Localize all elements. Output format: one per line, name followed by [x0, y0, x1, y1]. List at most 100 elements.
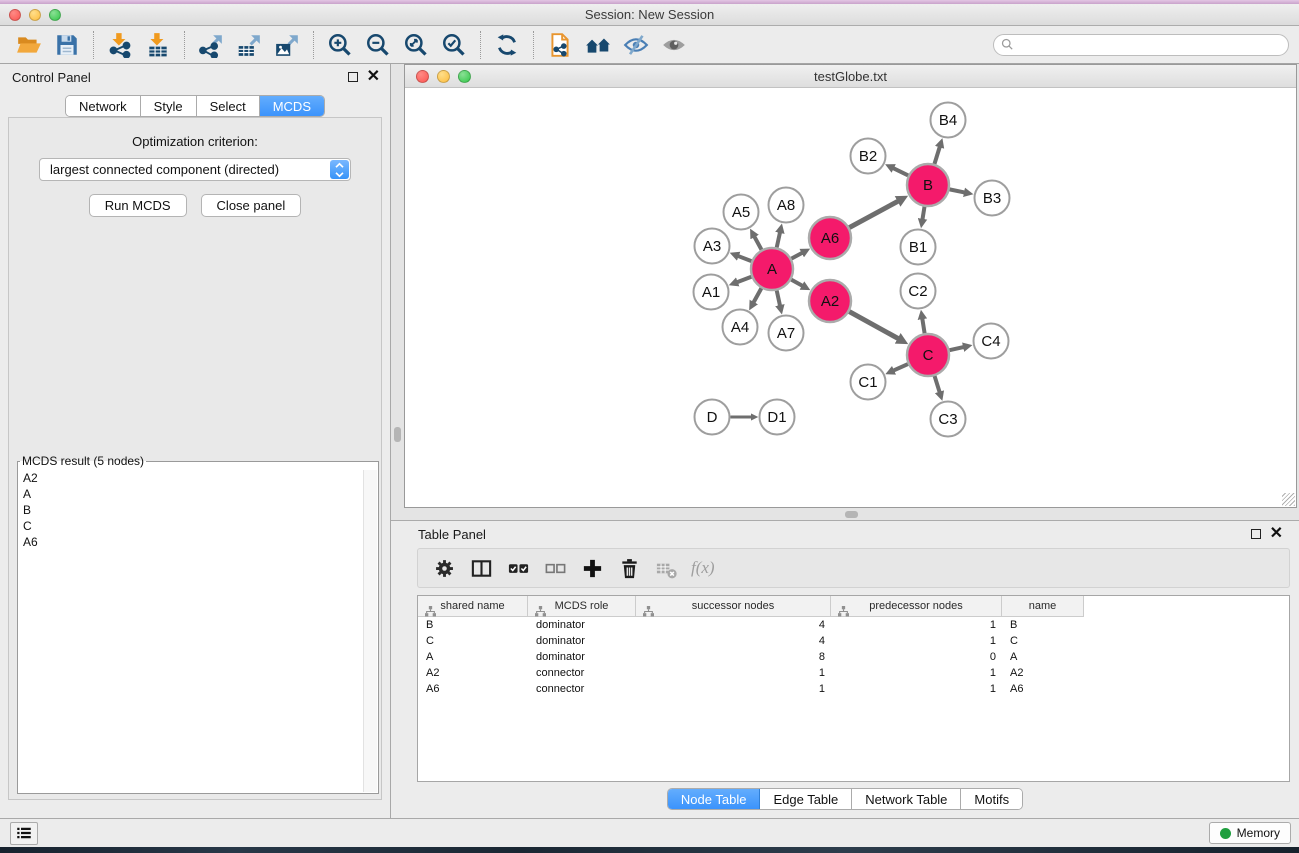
edge-A6-B[interactable]	[849, 201, 898, 227]
table-row[interactable]: Adominator80A	[418, 649, 1289, 665]
toolbar-separator	[313, 31, 314, 59]
open-file-button[interactable]	[10, 28, 48, 62]
new-network-from-selection-button[interactable]	[541, 28, 579, 62]
edge-A-A2[interactable]	[791, 280, 802, 286]
result-list-item[interactable]: A	[19, 486, 363, 502]
edge-A-A8[interactable]	[777, 232, 780, 247]
table-cell: B	[1002, 619, 1084, 631]
table-settings-button[interactable]	[426, 552, 463, 584]
table-row[interactable]: A6connector11A6	[418, 681, 1289, 697]
close-panel-icon[interactable]: ✕	[367, 72, 380, 82]
float-table-panel-icon[interactable]	[1251, 529, 1261, 539]
table-cell: 1	[636, 683, 831, 695]
network-window-titlebar[interactable]: testGlobe.txt	[405, 65, 1296, 88]
horizontal-scrollbar-thumb[interactable]	[845, 511, 858, 518]
delete-row-button[interactable]	[611, 552, 648, 584]
export-image-button[interactable]	[268, 28, 306, 62]
result-list-item[interactable]: C	[19, 518, 363, 534]
edge-B-B3[interactable]	[950, 189, 965, 192]
edge-A-A4[interactable]	[754, 288, 762, 302]
zoom-fit-icon	[403, 32, 429, 58]
tab-network-table[interactable]: Network Table	[852, 789, 961, 809]
first-neighbors-button[interactable]	[579, 28, 617, 62]
column-header-predecessor-nodes[interactable]: predecessor nodes	[831, 596, 1002, 617]
edge-B-B1[interactable]	[922, 207, 924, 220]
hide-selected-button[interactable]	[617, 28, 655, 62]
edge-A-A6[interactable]	[791, 253, 802, 259]
zoom-selected-button[interactable]	[435, 28, 473, 62]
delete-table-button[interactable]	[648, 552, 685, 584]
tab-edge-table[interactable]: Edge Table	[760, 789, 852, 809]
show-all-button[interactable]	[655, 28, 693, 62]
edge-B-B2[interactable]	[893, 168, 908, 175]
edge-C-C4[interactable]	[949, 347, 963, 350]
zoom-fit-button[interactable]	[397, 28, 435, 62]
result-list-item[interactable]: A2	[19, 470, 363, 486]
float-panel-icon[interactable]	[348, 72, 358, 82]
main-toolbar	[0, 26, 1299, 64]
edge-A-A5[interactable]	[754, 237, 761, 250]
column-header-shared-name[interactable]: shared name	[418, 596, 528, 617]
node-table-body: Bdominator41BCdominator41CAdominator80AA…	[418, 617, 1289, 697]
tab-select[interactable]: Select	[197, 96, 260, 116]
edge-A-A7[interactable]	[777, 290, 780, 305]
show-columns-button[interactable]	[463, 552, 500, 584]
table-row[interactable]: A2connector11A2	[418, 665, 1289, 681]
run-mcds-button[interactable]: Run MCDS	[89, 194, 187, 217]
result-list-item[interactable]: B	[19, 502, 363, 518]
edge-A-A1[interactable]	[737, 277, 751, 282]
node-label-B4: B4	[939, 112, 957, 129]
node-label-C1: C1	[858, 374, 877, 391]
export-network-button[interactable]	[192, 28, 230, 62]
node-label-B1: B1	[909, 239, 927, 256]
optimization-select[interactable]: largest connected component (directed)	[39, 158, 351, 181]
deselect-all-rows-button[interactable]	[537, 552, 574, 584]
edge-C-C1[interactable]	[894, 364, 908, 370]
table-cell: C	[418, 635, 528, 647]
select-all-rows-button[interactable]	[500, 552, 537, 584]
mcds-result-list: A2ABCA6	[19, 470, 363, 792]
export-table-button[interactable]	[230, 28, 268, 62]
result-scrollbar[interactable]	[363, 470, 377, 792]
search-input[interactable]	[1015, 36, 1288, 54]
import-table-button[interactable]	[139, 28, 177, 62]
close-table-panel-icon[interactable]: ✕	[1270, 529, 1283, 539]
result-list-item[interactable]: A6	[19, 534, 363, 550]
tab-style[interactable]: Style	[141, 96, 197, 116]
search-field[interactable]	[993, 34, 1289, 56]
tab-motifs[interactable]: Motifs	[961, 789, 1022, 809]
network-canvas[interactable]: B4B2BB3A8A5A6A3B1AA1C2A2A4A7C4CC1C3DD1	[405, 88, 1296, 507]
desktop-wallpaper-bottom	[0, 847, 1299, 853]
table-cell: 1	[831, 635, 1002, 647]
node-label-D: D	[707, 409, 718, 426]
function-builder-button[interactable]: f(x)	[691, 558, 715, 578]
table-row[interactable]: Cdominator41C	[418, 633, 1289, 649]
toolbar-separator	[480, 31, 481, 59]
tab-network[interactable]: Network	[66, 96, 141, 116]
table-cell: 0	[831, 651, 1002, 663]
tab-node-table[interactable]: Node Table	[668, 789, 761, 809]
add-row-button[interactable]	[574, 552, 611, 584]
zoom-out-button[interactable]	[359, 28, 397, 62]
refresh-view-button[interactable]	[488, 28, 526, 62]
import-network-button[interactable]	[101, 28, 139, 62]
memory-button[interactable]: Memory	[1209, 822, 1291, 844]
edge-C-C3[interactable]	[935, 376, 940, 392]
table-row[interactable]: Bdominator41B	[418, 617, 1289, 633]
column-header-MCDS-role[interactable]: MCDS role	[528, 596, 636, 617]
close-panel-button[interactable]: Close panel	[201, 194, 302, 217]
tab-mcds[interactable]: MCDS	[260, 96, 324, 116]
zoom-in-button[interactable]	[321, 28, 359, 62]
node-label-C4: C4	[981, 333, 1000, 350]
edge-B-B4[interactable]	[934, 147, 939, 164]
edge-A-A3[interactable]	[738, 256, 751, 261]
edge-A2-C[interactable]	[849, 312, 898, 339]
task-history-button[interactable]	[10, 822, 38, 845]
edge-C-C2[interactable]	[922, 319, 924, 334]
column-header-name[interactable]: name	[1002, 596, 1084, 617]
window-resize-grip[interactable]	[1282, 493, 1295, 506]
save-session-button[interactable]	[48, 28, 86, 62]
node-label-A: A	[767, 261, 777, 278]
vertical-scrollbar-thumb[interactable]	[394, 427, 401, 442]
column-header-successor-nodes[interactable]: successor nodes	[636, 596, 831, 617]
